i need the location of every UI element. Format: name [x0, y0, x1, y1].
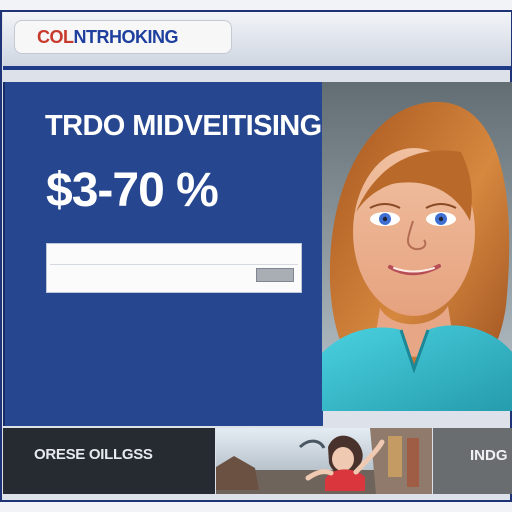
hero-price: $3-70 % [46, 164, 219, 217]
logo-part-b: NTRHOKING [73, 26, 179, 47]
form-separator [50, 264, 298, 265]
form-field-2[interactable] [54, 268, 244, 282]
hero-headline: TRDO MIDVEITISING [45, 110, 322, 142]
form-field-1[interactable] [54, 248, 294, 262]
logo[interactable]: COL NTRHOKING [14, 20, 232, 54]
bottom-right-title: INDG [470, 447, 508, 464]
hero-portrait-image [322, 82, 512, 411]
bottom-left-title: ORESE OILLGSS [34, 446, 153, 463]
portrait-illustration [322, 82, 512, 411]
bottom-feature-image[interactable] [216, 428, 432, 494]
feature-illustration [216, 428, 432, 494]
logo-part-a: COL [37, 26, 74, 47]
submit-button[interactable] [256, 268, 294, 282]
